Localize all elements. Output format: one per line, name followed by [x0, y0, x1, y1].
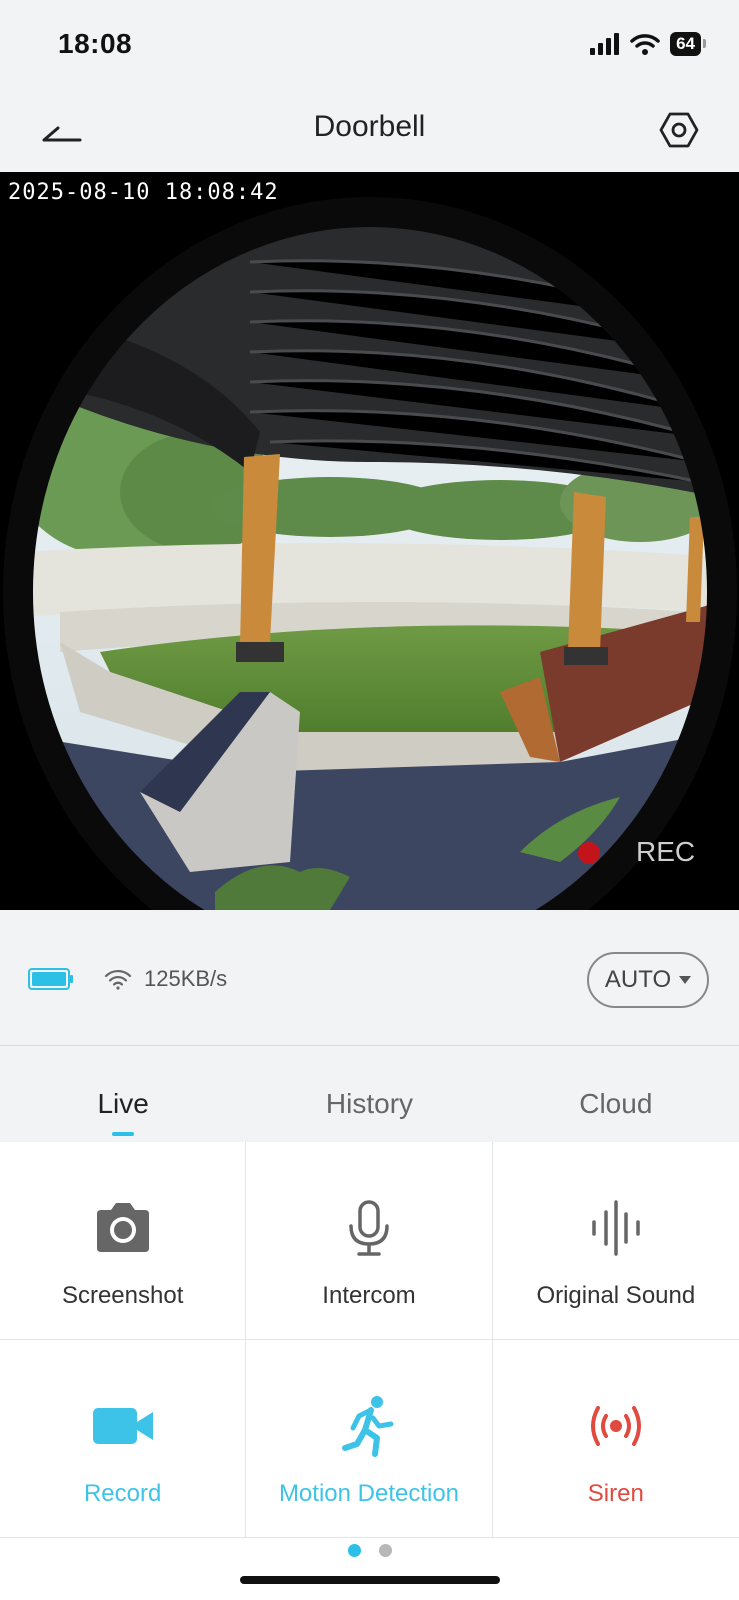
tab-cloud[interactable]: Cloud — [493, 1046, 739, 1142]
siren-label: Siren — [587, 1480, 644, 1507]
recording-dot — [578, 842, 600, 864]
controls-grid: Screenshot Intercom Original Sound Recor… — [0, 1142, 739, 1538]
record-button[interactable]: Record — [0, 1340, 247, 1538]
intercom-label: Intercom — [322, 1282, 416, 1309]
wifi-icon — [630, 34, 660, 55]
page-indicator — [0, 1538, 739, 1568]
quality-dropdown[interactable]: AUTO — [587, 952, 709, 1008]
tab-history-label: History — [325, 1088, 414, 1119]
original-sound-label: Original Sound — [536, 1282, 696, 1309]
chevron-down-icon — [679, 976, 692, 984]
home-area — [0, 1568, 739, 1600]
screenshot-button[interactable]: Screenshot — [0, 1142, 247, 1340]
wifi-strength-icon — [104, 969, 132, 990]
status-bar: 18:08 64 — [0, 0, 739, 92]
signal-icon — [590, 33, 620, 55]
intercom-button[interactable]: Intercom — [246, 1142, 493, 1340]
screenshot-label: Screenshot — [61, 1282, 184, 1309]
status-time: 18:08 — [58, 28, 133, 59]
motion-detection-label: Motion Detection — [278, 1480, 460, 1507]
quality-label: AUTO — [604, 966, 672, 993]
page-dot-2[interactable] — [378, 1544, 392, 1557]
status-icons: 64 — [590, 32, 706, 56]
network-speed: 125KB/s — [144, 966, 228, 991]
rec-label: REC — [636, 836, 696, 867]
battery-level-badge: 64 — [670, 32, 706, 56]
running-person-icon — [341, 1396, 394, 1457]
tab-live[interactable]: Live — [0, 1046, 246, 1142]
record-label: Record — [83, 1480, 162, 1507]
active-tab-indicator — [112, 1132, 135, 1136]
original-sound-button[interactable]: Original Sound — [492, 1142, 739, 1340]
microphone-icon — [349, 1200, 389, 1256]
tab-live-label: Live — [97, 1088, 149, 1119]
video-camera-icon — [92, 1408, 153, 1444]
camera-icon — [96, 1203, 149, 1252]
motion-detection-button[interactable]: Motion Detection — [246, 1340, 493, 1538]
tab-history[interactable]: History — [246, 1046, 492, 1142]
nav-bar: Doorbell — [0, 92, 739, 172]
view-tabs: Live History Cloud — [0, 1046, 739, 1142]
tab-cloud-label: Cloud — [579, 1088, 653, 1119]
stream-info-bar: 125KB/s AUTO — [0, 910, 739, 1046]
battery-icon — [28, 968, 73, 990]
settings-icon[interactable] — [659, 110, 699, 150]
page-title: Doorbell — [313, 110, 426, 143]
page-dot-1[interactable] — [347, 1544, 361, 1557]
siren-icon — [590, 1406, 641, 1446]
live-video-feed[interactable]: 2025-08-10 18:08:42 — [0, 172, 739, 910]
video-timestamp: 2025-08-10 18:08:42 — [8, 180, 279, 205]
fisheye-porch-image — [0, 172, 739, 910]
siren-button[interactable]: Siren — [492, 1340, 739, 1538]
sound-wave-icon — [592, 1200, 640, 1256]
home-indicator[interactable] — [240, 1576, 500, 1584]
